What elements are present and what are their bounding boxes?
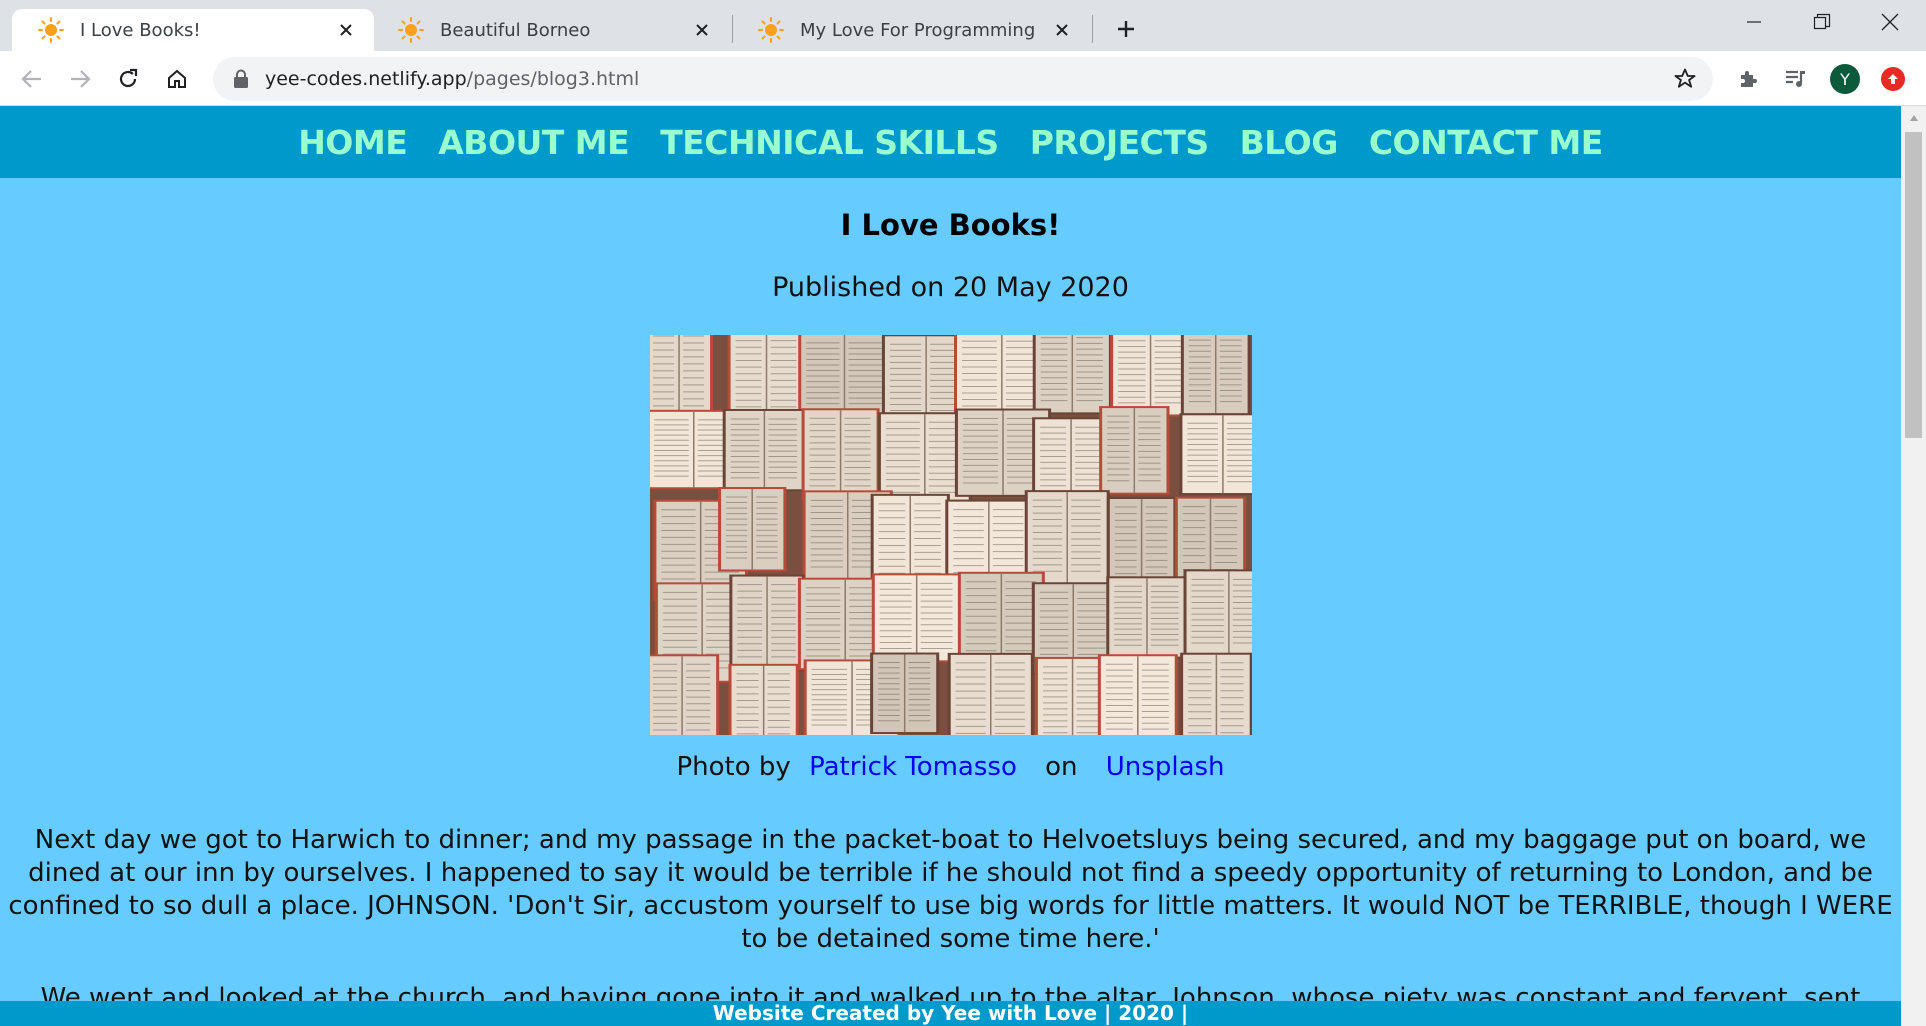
restore-button[interactable]: [1788, 0, 1856, 44]
triangle-up-icon: [1909, 115, 1918, 121]
nav-home-link[interactable]: HOME: [298, 123, 408, 162]
minimize-icon: [1747, 21, 1761, 23]
photo-credit: Photo by Patrick Tomasso on Unsplash: [0, 752, 1901, 782]
update-available-icon: [1881, 67, 1905, 91]
nav-blog-link[interactable]: BLOG: [1240, 123, 1339, 162]
close-tab-icon[interactable]: [1048, 16, 1076, 44]
close-icon: [1881, 13, 1899, 31]
post-date: Published on 20 May 2020: [772, 272, 1129, 303]
close-tab-icon[interactable]: [688, 16, 716, 44]
reload-icon: [119, 68, 138, 88]
arrow-left-icon: [21, 70, 41, 88]
restore-icon: [1813, 13, 1831, 30]
puzzle-icon: [1741, 71, 1757, 87]
arrow-right-icon: [71, 70, 91, 88]
tab-title: Beautiful Borneo: [440, 19, 591, 41]
forward-button[interactable]: [60, 59, 100, 99]
sun-favicon-icon: [758, 17, 784, 43]
open-books-image: [650, 335, 1252, 735]
scroll-up-button[interactable]: [1901, 106, 1926, 130]
credit-on: on: [1045, 752, 1078, 782]
scrollbar-thumb[interactable]: [1905, 132, 1922, 438]
plus-icon: [1118, 21, 1134, 37]
media-control-button[interactable]: [1778, 61, 1814, 97]
site-footer: Website Created by Yee with Love | 2020 …: [0, 1001, 1901, 1026]
reload-button[interactable]: [108, 59, 148, 99]
back-button[interactable]: [12, 59, 52, 99]
tab-title: I Love Books!: [80, 19, 201, 41]
avatar: Y: [1830, 64, 1860, 94]
sun-favicon-icon: [398, 17, 424, 43]
tab-beautiful-borneo[interactable]: Beautiful Borneo: [372, 9, 730, 51]
site-nav: HOME ABOUT ME TECHNICAL SKILLS PROJECTS …: [0, 106, 1901, 178]
extensions-button[interactable]: [1731, 61, 1767, 97]
playlist-icon: [1786, 70, 1805, 87]
close-tab-icon[interactable]: [332, 16, 360, 44]
lock-icon: [234, 69, 248, 88]
books-photo: [650, 335, 1252, 735]
tab-i-love-books[interactable]: I Love Books!: [12, 9, 374, 51]
post-title: I Love Books!: [840, 208, 1061, 242]
url-path: /pages/blog3.html: [466, 68, 640, 90]
nav-projects-link[interactable]: PROJECTS: [1030, 123, 1209, 162]
browser-toolbar: yee-codes.netlify.app/pages/blog3.html Y: [0, 51, 1926, 106]
post-body: Next day we got to Harwich to dinner; an…: [0, 824, 1901, 1026]
new-tab-button[interactable]: [1108, 11, 1144, 47]
tab-strip: I Love Books! Beautiful Borneo My Love F…: [0, 0, 1926, 51]
star-icon: [1674, 68, 1696, 88]
profile-button[interactable]: Y: [1827, 61, 1863, 97]
nav-about-link[interactable]: ABOUT ME: [438, 123, 629, 162]
bookmark-star-button[interactable]: [1669, 63, 1701, 95]
unsplash-link[interactable]: Unsplash: [1106, 752, 1225, 782]
close-window-button[interactable]: [1856, 0, 1924, 44]
update-button[interactable]: [1875, 61, 1911, 97]
sun-favicon-icon: [38, 17, 64, 43]
home-button[interactable]: [157, 59, 197, 99]
credit-prefix: Photo by: [676, 752, 791, 782]
photographer-link[interactable]: Patrick Tomasso: [809, 752, 1017, 782]
url-domain: yee-codes.netlify.app: [265, 68, 467, 90]
address-bar[interactable]: yee-codes.netlify.app/pages/blog3.html: [213, 57, 1713, 101]
tab-title: My Love For Programming: [800, 19, 1036, 41]
vertical-scrollbar[interactable]: [1901, 106, 1926, 1026]
nav-contact-link[interactable]: CONTACT ME: [1369, 123, 1603, 162]
tab-my-love-for-programming[interactable]: My Love For Programming: [732, 9, 1090, 51]
home-icon: [168, 69, 186, 88]
tab-separator: [1092, 15, 1093, 43]
page-viewport: HOME ABOUT ME TECHNICAL SKILLS PROJECTS …: [0, 106, 1901, 1026]
post-paragraph: Next day we got to Harwich to dinner; an…: [8, 825, 1893, 954]
nav-technical-skills-link[interactable]: TECHNICAL SKILLS: [660, 123, 999, 162]
minimize-button[interactable]: [1720, 0, 1788, 44]
url-text: yee-codes.netlify.app/pages/blog3.html: [265, 68, 639, 90]
